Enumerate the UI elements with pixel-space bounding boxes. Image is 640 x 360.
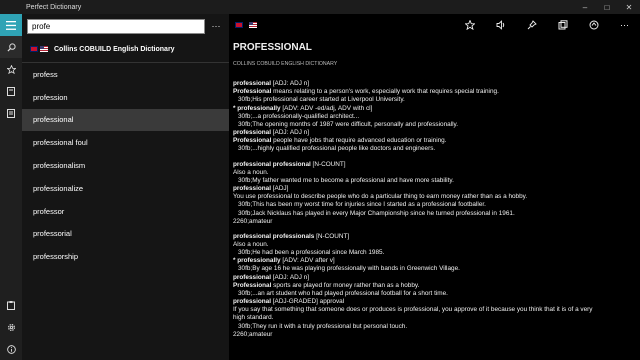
history-icon[interactable] <box>0 80 22 102</box>
word-list-item[interactable]: professorial <box>22 223 229 246</box>
entry-line: 30fb;My father wanted me to become a pro… <box>238 176 454 184</box>
uk-flag-icon <box>235 21 243 28</box>
entry-line: If you say that something that someone d… <box>233 306 593 314</box>
nav-rail <box>0 14 22 360</box>
entry-line: You use professional to describe people … <box>233 193 528 201</box>
copy-icon[interactable] <box>547 14 578 36</box>
us-flag-icon <box>40 46 48 52</box>
entry-pane: ⋯ PROFESSIONAL COLLINS COBUILD ENGLISH D… <box>229 14 640 360</box>
entry-line: professional professional [N-COUNT] <box>233 160 346 168</box>
entry-article: PROFESSIONAL COLLINS COBUILD ENGLISH DIC… <box>229 36 640 339</box>
search-input[interactable]: profe <box>27 19 205 34</box>
uk-flag-icon <box>30 46 38 52</box>
hamburger-icon[interactable] <box>0 14 22 36</box>
word-list-item[interactable]: professional <box>22 108 229 132</box>
entry-line: 30fb;...a professionally-qualified archi… <box>238 112 360 120</box>
entry-line: 30fb;Jack Nicklaus has played in every M… <box>238 209 515 217</box>
entry-line: professional professionals [N-COUNT] <box>233 232 350 240</box>
headword: PROFESSIONAL <box>233 42 312 53</box>
entry-line: * professionally [ADV: ADV after v] <box>233 257 335 265</box>
word-list-item[interactable]: professional foul <box>22 131 229 154</box>
entry-toolbar: ⋯ <box>229 14 640 36</box>
entry-line: 30fb;They run it with a truly profession… <box>238 322 408 330</box>
clipboard-icon[interactable] <box>0 294 22 316</box>
settings-icon[interactable] <box>0 316 22 338</box>
entry-line: Also a noun. <box>233 168 269 176</box>
entry-line: 30fb;His professional career started at … <box>238 96 405 104</box>
minimize-button[interactable]: – <box>574 0 596 14</box>
search-more-icon[interactable]: ⋯ <box>205 21 227 32</box>
maximize-button[interactable]: □ <box>596 0 618 14</box>
word-list-item[interactable]: profession <box>22 86 229 109</box>
entry-line: 30fb;By age 16 he was playing profession… <box>238 265 460 273</box>
star-icon[interactable] <box>0 58 22 80</box>
share-icon[interactable] <box>578 14 609 36</box>
word-list-item[interactable]: professionalism <box>22 154 229 177</box>
entry-line: professional [ADJ: ADJ n] <box>233 273 310 281</box>
entry-line: professional [ADJ: ADJ n] <box>233 129 310 137</box>
search-row: profe ⋯ <box>22 14 229 36</box>
entry-line: Professional sports are played for money… <box>233 281 420 289</box>
word-list-item[interactable]: professorship <box>22 245 229 268</box>
star-icon[interactable] <box>454 14 485 36</box>
dictionary-selector[interactable]: Collins COBUILD English Dictionary <box>22 36 229 62</box>
dictionary-name: Collins COBUILD English Dictionary <box>54 45 175 53</box>
entry-line: high standard. <box>233 314 274 322</box>
entry-line: 30fb;...an art student who had played pr… <box>238 289 448 297</box>
entry-line: Also a noun. <box>233 240 269 248</box>
entry-gap <box>233 154 640 161</box>
entry-line: 2260;amateur <box>233 330 273 338</box>
entry-line: Professional people have jobs that requi… <box>233 137 447 145</box>
word-list: profess profession professional professiona… <box>22 62 229 268</box>
app-title: Perfect Dictionary <box>26 3 82 11</box>
us-flag-icon <box>249 21 258 28</box>
bookmark-icon[interactable] <box>0 102 22 124</box>
entry-line: professional [ADJ-GRADED] approval <box>233 298 345 306</box>
entry-gap <box>233 226 640 233</box>
speaker-icon[interactable] <box>485 14 516 36</box>
more-icon[interactable]: ⋯ <box>609 14 640 36</box>
close-button[interactable]: ✕ <box>618 0 640 14</box>
entry-line: 2260;amateur <box>233 217 273 225</box>
entry-line: 30fb;This has been my worst time for inj… <box>238 201 486 209</box>
info-icon[interactable] <box>0 338 22 360</box>
entry-line: 30fb;...highly qualified professional pe… <box>238 145 436 153</box>
word-list-item[interactable]: professor <box>22 200 229 223</box>
word-list-pane: profe ⋯ Collins COBUILD English Dictiona… <box>22 14 229 360</box>
entry-line: professional [ADJ] <box>233 185 289 193</box>
search-icon[interactable] <box>0 36 22 58</box>
title-bar: Perfect Dictionary – □ ✕ <box>0 0 640 14</box>
entry-lines: professional [ADJ: ADJ n] Professional me… <box>233 80 640 339</box>
entry-line: 30fb;The opening months of 1987 were dif… <box>238 120 459 128</box>
entry-source: COLLINS COBUILD ENGLISH DICTIONARY <box>233 61 338 67</box>
entry-line: 30fb;He had been a professional since Ma… <box>238 249 385 257</box>
entry-line: professional [ADJ: ADJ n] <box>233 80 310 88</box>
word-list-item[interactable]: profess <box>22 63 229 86</box>
pin-icon[interactable] <box>516 14 547 36</box>
entry-line: Professional means relating to a person'… <box>233 88 499 96</box>
entry-line: * professionally [ADV: ADV -ed/adj, ADV … <box>233 104 373 112</box>
word-list-item[interactable]: professionalize <box>22 177 229 200</box>
